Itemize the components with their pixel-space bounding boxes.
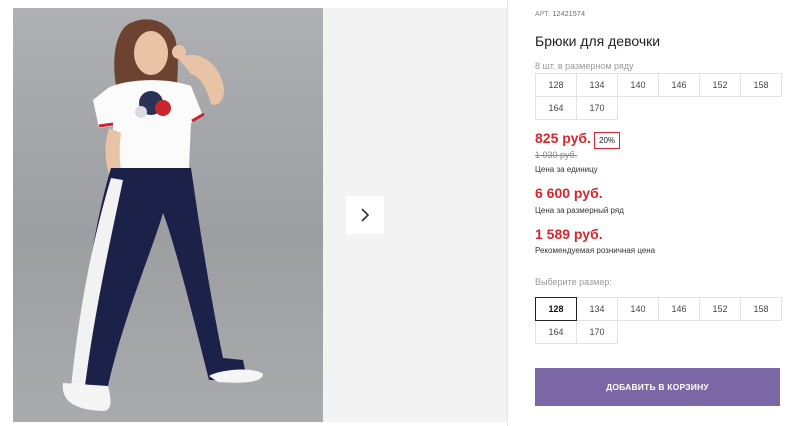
product-gallery bbox=[0, 0, 508, 426]
article-number: АРТ. 12421574 bbox=[535, 11, 585, 18]
product-photo-illustration bbox=[62, 19, 263, 411]
size-option[interactable]: 146 bbox=[658, 297, 700, 321]
product-title: Брюки для девочки bbox=[535, 33, 661, 49]
size-range-cell: 140 bbox=[617, 73, 659, 97]
size-range-caption: 8 шт. в размерном ряду bbox=[535, 61, 634, 71]
retail-price: 1 589 руб. bbox=[535, 226, 603, 242]
size-range-cell: 146 bbox=[658, 73, 700, 97]
article-code: 12421574 bbox=[552, 11, 586, 18]
range-price: 6 600 руб. bbox=[535, 185, 603, 201]
range-price-caption: Цена за размерный ряд bbox=[535, 206, 624, 215]
size-select-grid: 128 134 140 146 152 158 164 170 bbox=[535, 297, 782, 344]
retail-price-caption: Рекомендуемая розничная цена bbox=[535, 246, 656, 255]
size-option[interactable]: 134 bbox=[576, 297, 618, 321]
size-option[interactable]: 164 bbox=[535, 320, 577, 344]
size-option[interactable]: 140 bbox=[617, 297, 659, 321]
size-range-cell: 158 bbox=[740, 73, 782, 97]
old-price: 1 030 руб. bbox=[535, 150, 578, 160]
vertical-divider bbox=[507, 0, 508, 426]
size-range-cell: 164 bbox=[535, 96, 577, 120]
size-option-selected[interactable]: 128 bbox=[535, 297, 577, 321]
size-option[interactable]: 152 bbox=[699, 297, 741, 321]
size-range-cell: 134 bbox=[576, 73, 618, 97]
product-photo bbox=[13, 8, 323, 422]
unit-price-caption: Цена за единицу bbox=[535, 165, 598, 174]
chevron-right-icon bbox=[361, 208, 370, 222]
add-to-cart-button[interactable]: ДОБАВИТЬ В КОРЗИНУ bbox=[535, 368, 780, 406]
size-range-cell: 128 bbox=[535, 73, 577, 97]
size-range-grid: 128 134 140 146 152 158 164 170 bbox=[535, 73, 782, 120]
size-range-cell: 152 bbox=[699, 73, 741, 97]
size-option[interactable]: 158 bbox=[740, 297, 782, 321]
unit-price: 825 руб. bbox=[535, 130, 591, 146]
discount-badge: 20% bbox=[594, 132, 621, 149]
size-range-cell: 170 bbox=[576, 96, 618, 120]
select-size-caption: Выберите размер: bbox=[535, 277, 612, 287]
gallery-next-button[interactable] bbox=[346, 196, 384, 234]
article-label: АРТ. bbox=[535, 11, 551, 18]
size-option[interactable]: 170 bbox=[576, 320, 618, 344]
